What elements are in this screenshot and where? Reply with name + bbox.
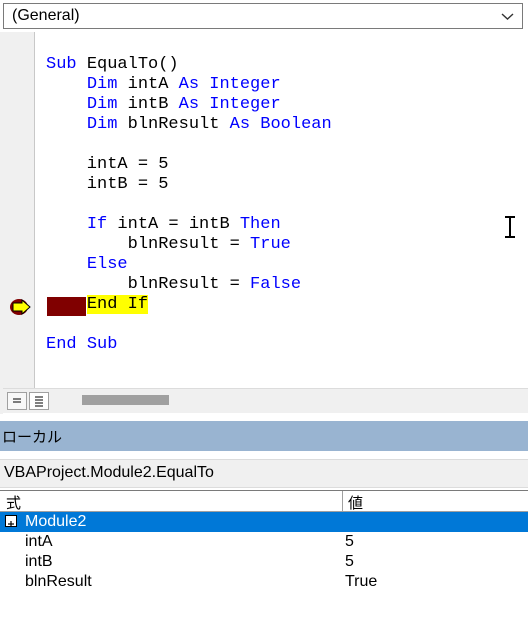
code-keyword: Integer <box>209 95 281 114</box>
margin-indicator-bar[interactable] <box>3 32 35 388</box>
locals-row-name: intA <box>25 533 53 550</box>
locals-window-title-bar[interactable]: ローカル <box>0 421 528 451</box>
code-text: blnResult = <box>46 235 251 254</box>
text-cursor-icon <box>505 216 515 238</box>
full-module-view-icon <box>35 396 43 407</box>
code-keyword: Boolean <box>260 115 332 134</box>
code-keyword: Integer <box>209 75 281 94</box>
code-text: intB <box>127 95 179 114</box>
locals-row-value: 5 <box>345 533 354 550</box>
current-line-arrow-icon <box>10 298 31 316</box>
locals-row[interactable]: blnResult True <box>0 572 528 592</box>
locals-row[interactable]: Module2 <box>0 512 528 532</box>
horizontal-scrollbar-thumb[interactable] <box>82 395 169 405</box>
code-line[interactable]: Dim intB As Integer <box>46 95 281 115</box>
code-text: intB = 5 <box>46 175 169 194</box>
code-text: intA <box>127 75 179 94</box>
code-text: blnResult <box>127 115 230 134</box>
code-text: End If <box>86 295 149 314</box>
code-keyword: As <box>229 115 261 134</box>
locals-row-value: True <box>345 573 378 590</box>
locals-row-name: Module2 <box>25 513 87 530</box>
column-divider[interactable] <box>342 491 343 511</box>
code-text: intA = intB <box>117 215 240 234</box>
locals-row[interactable]: intB 5 <box>0 552 528 572</box>
locals-window-title: ローカル <box>2 428 63 446</box>
expression-column-header[interactable]: 式 <box>6 492 21 513</box>
code-line[interactable]: Dim intA As Integer <box>46 75 281 95</box>
object-dropdown[interactable]: (General) <box>3 3 523 29</box>
code-line[interactable]: End Sub <box>46 335 117 355</box>
locals-grid-header: 式 値 <box>0 491 528 512</box>
code-text: EqualTo() <box>86 55 179 74</box>
code-keyword: True <box>250 235 291 254</box>
code-line[interactable]: blnResult = False <box>46 275 301 295</box>
locals-row-name: blnResult <box>25 573 92 590</box>
code-text: blnResult = <box>46 275 251 294</box>
chevron-down-icon[interactable] <box>501 12 514 21</box>
locals-row-name: intB <box>25 553 53 570</box>
code-line[interactable]: Else <box>46 255 128 275</box>
value-column-header[interactable]: 値 <box>348 492 363 513</box>
code-keyword: Else <box>86 255 128 274</box>
code-keyword: As <box>178 75 210 94</box>
code-keyword: False <box>250 275 302 294</box>
code-line[interactable]: Sub EqualTo() <box>46 55 179 75</box>
code-line[interactable]: If intA = intB Then <box>46 215 281 235</box>
locals-context-label: VBAProject.Module2.EqualTo <box>4 464 214 481</box>
code-keyword: Sub <box>46 55 87 74</box>
code-keyword: As <box>178 95 210 114</box>
code-text: intA = 5 <box>46 155 169 174</box>
code-line[interactable]: intA = 5 <box>46 155 169 175</box>
code-keyword: Then <box>239 215 281 234</box>
code-keyword: If <box>86 215 118 234</box>
code-keyword: Dim <box>86 95 128 114</box>
code-line[interactable]: blnResult = True <box>46 235 291 255</box>
code-line[interactable]: intB = 5 <box>46 175 169 195</box>
expand-plus-icon[interactable] <box>5 515 17 527</box>
full-module-view-button[interactable] <box>29 392 49 410</box>
code-line[interactable]: Dim blnResult As Boolean <box>46 115 332 135</box>
locals-row-value: 5 <box>345 553 354 570</box>
locals-row[interactable]: intA 5 <box>0 532 528 552</box>
code-keyword: End <box>46 335 87 354</box>
object-dropdown-value: (General) <box>12 7 80 24</box>
code-keyword: Dim <box>86 115 128 134</box>
code-keyword: Sub <box>86 335 118 354</box>
code-keyword: Dim <box>86 75 128 94</box>
procedure-view-icon <box>13 398 21 403</box>
locals-context-bar: VBAProject.Module2.EqualTo <box>0 459 528 488</box>
code-line-current[interactable]: End If <box>46 295 149 315</box>
procedure-view-button[interactable] <box>7 392 27 410</box>
